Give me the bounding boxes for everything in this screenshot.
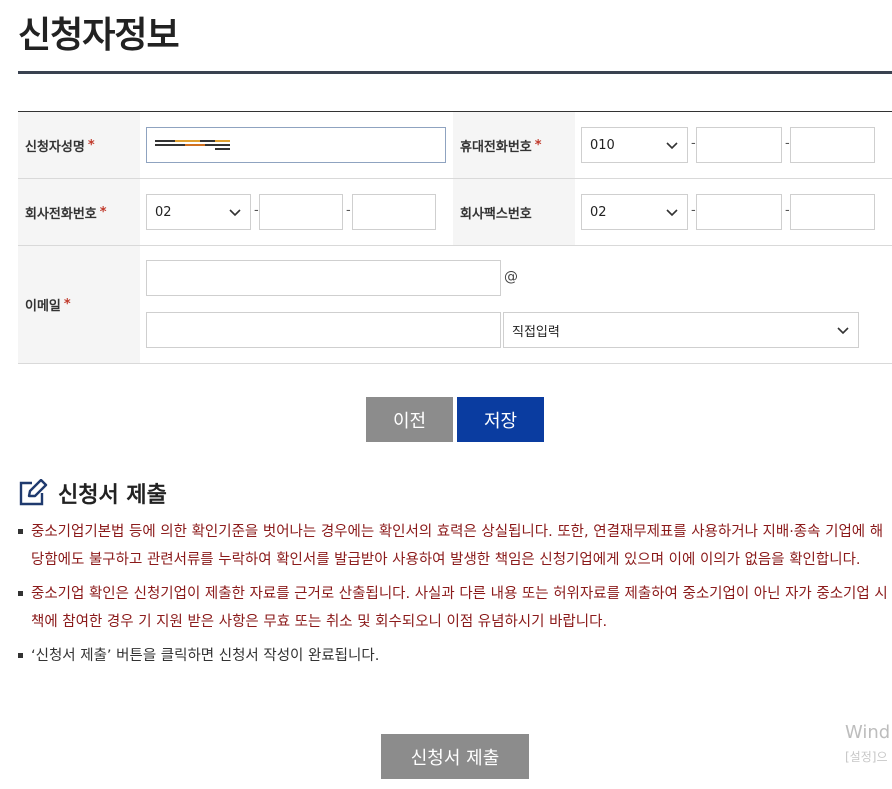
company-fax-prefix-value: 02: [590, 204, 607, 220]
notice-item: 중소기업 확인은 신청기업이 제출한 자료를 근거로 산출됩니다. 사실과 다른…: [18, 580, 888, 636]
chevron-down-icon: [837, 327, 849, 335]
company-fax-label-text: 회사팩스번호: [460, 206, 532, 222]
company-fax-last-input[interactable]: [790, 194, 875, 230]
dash-separator: -: [785, 203, 790, 218]
page-title: 신청자정보: [18, 15, 180, 56]
required-mark: *: [534, 137, 542, 153]
section-title: 신청서 제출: [58, 483, 167, 508]
notice-list: 중소기업기본법 등에 의한 확인기준을 벗어나는 경우에는 확인서의 효력은 상…: [18, 518, 888, 676]
dash-separator: -: [346, 203, 351, 218]
chevron-down-icon: [666, 142, 678, 150]
dash-separator: -: [785, 136, 790, 151]
applicant-form: 신청자성명 * 휴대전화번호 * 010 - - 회사전화번호 * 02 - -…: [18, 111, 892, 364]
email-label: 이메일 *: [18, 246, 140, 363]
company-phone-last-input[interactable]: [352, 194, 436, 230]
redacted-name: [155, 140, 230, 150]
windows-activation-subtext: [설정]으: [845, 750, 888, 764]
title-divider: [18, 71, 892, 74]
applicant-name-label: 신청자성명 *: [18, 112, 140, 178]
form-row-name-mobile: 신청자성명 * 휴대전화번호 * 010 - -: [18, 112, 892, 179]
company-phone-middle-input[interactable]: [259, 194, 343, 230]
chevron-down-icon: [666, 209, 678, 217]
required-mark: *: [99, 204, 107, 220]
notice-item: 중소기업기본법 등에 의한 확인기준을 벗어나는 경우에는 확인서의 효력은 상…: [18, 518, 888, 574]
mobile-last-input[interactable]: [790, 127, 875, 163]
form-row-phone-fax: 회사전화번호 * 02 - - 회사팩스번호 02 - -: [18, 179, 892, 246]
company-fax-label: 회사팩스번호: [453, 179, 575, 245]
notice-item: ‘신청서 제출’ 버튼을 클릭하면 신청서 작성이 완료됩니다.: [18, 642, 888, 670]
windows-activation-watermark: Wind: [845, 722, 891, 743]
submit-section-header: 신청서 제출: [18, 477, 167, 509]
applicant-name-input[interactable]: [146, 127, 446, 163]
save-button[interactable]: 저장: [457, 397, 544, 442]
mobile-label-text: 휴대전화번호: [460, 139, 532, 155]
at-sign: @: [504, 269, 518, 285]
email-domain-select[interactable]: 직접입력: [503, 312, 859, 348]
prev-button[interactable]: 이전: [366, 397, 453, 442]
company-phone-label: 회사전화번호 *: [18, 179, 140, 245]
mobile-prefix-value: 010: [590, 137, 615, 153]
chevron-down-icon: [229, 209, 241, 217]
submit-application-button[interactable]: 신청서 제출: [381, 734, 529, 779]
email-label-text: 이메일: [25, 299, 61, 314]
required-mark: *: [87, 137, 95, 153]
required-mark: *: [63, 297, 71, 312]
dash-separator: -: [691, 203, 696, 218]
company-phone-prefix-select[interactable]: 02: [146, 194, 251, 230]
form-row-email: 이메일 * @ 직접입력: [18, 246, 892, 364]
dash-separator: -: [691, 136, 696, 151]
mobile-middle-input[interactable]: [696, 127, 782, 163]
dash-separator: -: [254, 203, 259, 218]
company-phone-label-text: 회사전화번호: [25, 206, 97, 222]
company-fax-middle-input[interactable]: [696, 194, 782, 230]
mobile-label: 휴대전화번호 *: [453, 112, 575, 178]
company-fax-prefix-select[interactable]: 02: [581, 194, 688, 230]
applicant-name-label-text: 신청자성명: [25, 139, 85, 155]
mobile-prefix-select[interactable]: 010: [581, 127, 688, 163]
email-domain-select-value: 직접입력: [512, 324, 560, 340]
company-phone-prefix-value: 02: [155, 204, 172, 220]
edit-icon: [19, 479, 48, 506]
email-local-input[interactable]: [146, 260, 501, 296]
email-domain-input[interactable]: [146, 312, 501, 348]
